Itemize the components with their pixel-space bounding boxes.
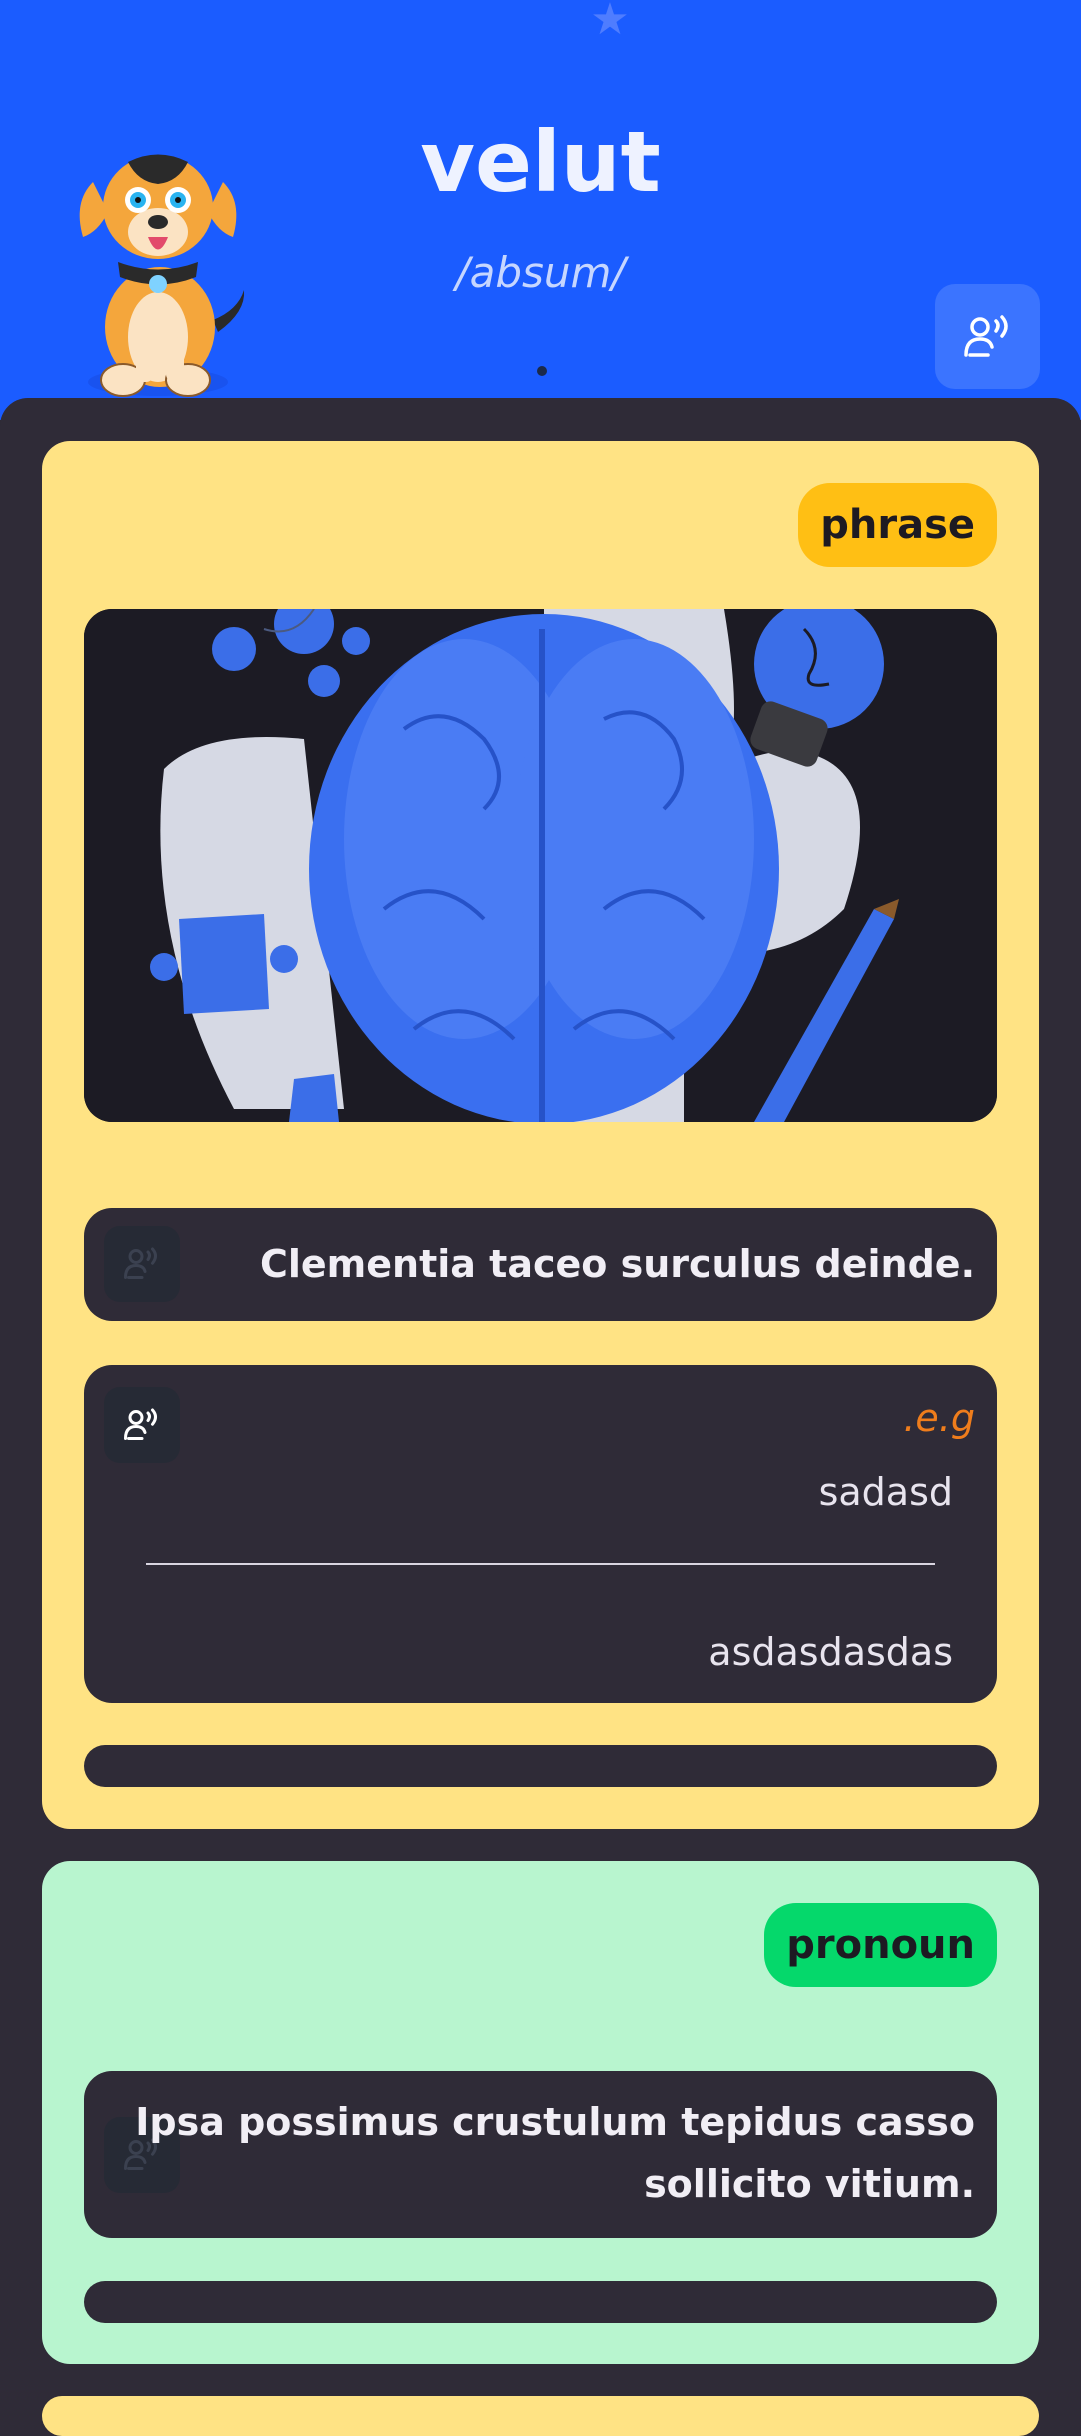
definition-sentence-row: .Clementia taceo surculus deinde <box>84 1208 997 1321</box>
play-definition-button[interactable] <box>104 1226 180 1302</box>
word-title: velut <box>420 113 661 211</box>
speaker-voice-icon <box>963 314 1008 357</box>
example-box: .e.g sadasd asdasdasdas <box>84 1365 997 1703</box>
definition-card-phrase: phrase .Clementia taceo surculus deinde … <box>42 441 1039 1829</box>
progress-bar <box>84 1745 997 1787</box>
example-line: asdasdasdas <box>708 1630 953 1674</box>
example-label: .e.g <box>903 1396 975 1440</box>
phonetic-text: /absum/ <box>455 248 626 297</box>
definition-image <box>84 609 997 1122</box>
part-of-speech-badge: pronoun <box>764 1903 997 1987</box>
definition-text-line: .sollicito vitium <box>644 2162 975 2206</box>
part-of-speech-badge: phrase <box>798 483 997 567</box>
star-icon: ★ <box>590 0 630 45</box>
definition-sentence-row: Ipsa possimus crustulum tepidus casso .s… <box>84 2071 997 2238</box>
definition-text: .Clementia taceo surculus deinde <box>260 1242 975 1286</box>
definition-card-pronoun: pronoun Ipsa possimus crustulum tepidus … <box>42 1861 1039 2364</box>
speaker-voice-icon <box>124 1247 157 1279</box>
speaker-voice-icon <box>124 1408 157 1440</box>
play-example-button[interactable] <box>104 1387 180 1463</box>
example-line: sadasd <box>818 1470 953 1514</box>
brain-illustration <box>84 609 997 1122</box>
definition-text-line: Ipsa possimus crustulum tepidus casso <box>135 2100 975 2144</box>
pronounce-button[interactable] <box>935 284 1040 389</box>
divider <box>146 1563 935 1565</box>
header: ★ velut /absum/ <box>0 0 1081 420</box>
progress-bar <box>84 2281 997 2323</box>
next-card-peek <box>42 2396 1039 2436</box>
page-indicator-dot <box>537 366 547 376</box>
